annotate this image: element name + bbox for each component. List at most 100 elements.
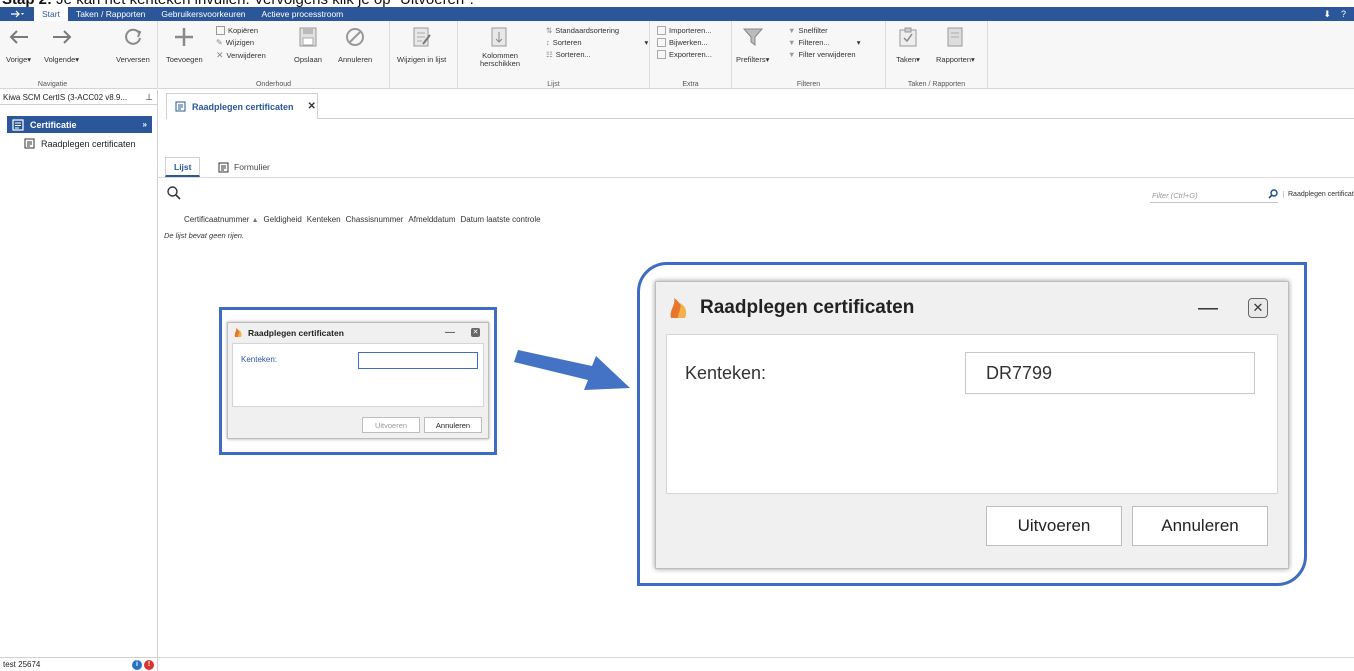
sort-az-icon: ↕ bbox=[546, 38, 550, 47]
certificate-icon bbox=[12, 118, 24, 131]
dialog-title: Raadplegen certificaten bbox=[700, 297, 915, 318]
update-button[interactable]: Bijwerken... bbox=[657, 38, 708, 47]
uitvoeren-button[interactable]: Uitvoeren bbox=[362, 417, 420, 433]
group-navigatie: Vorige▾ Volgende▾ Verversen Navigatie bbox=[0, 21, 158, 89]
column-afmelddatum[interactable]: Afmelddatum bbox=[408, 215, 455, 224]
document-tab-raadplegen-certificaten[interactable]: Raadplegen certificaten ✕ bbox=[166, 93, 318, 119]
chevron-down-icon: ▾ bbox=[856, 38, 861, 47]
tab-taken-rapporten[interactable]: Taken / Rapporten bbox=[68, 7, 153, 21]
group-label-filteren: Filteren bbox=[796, 81, 821, 88]
tab-formulier-label: Formulier bbox=[234, 162, 270, 172]
ribbon: Vorige▾ Volgende▾ Verversen Navigatie To… bbox=[0, 21, 1354, 89]
back-button[interactable]: Vorige▾ bbox=[6, 25, 31, 64]
certificate-icon bbox=[24, 138, 35, 149]
annuleren-button[interactable]: Annuleren bbox=[424, 417, 482, 433]
search-button[interactable] bbox=[167, 186, 181, 205]
remove-filter-button[interactable]: ▼ Filter verwijderen bbox=[788, 50, 856, 59]
export-icon bbox=[657, 50, 666, 59]
minimize-icon[interactable]: — bbox=[1198, 297, 1218, 320]
group-wijzigen-in-lijst: Wijzigen in lijst bbox=[390, 21, 458, 89]
edit-in-list-button[interactable]: Wijzigen in lijst bbox=[397, 25, 446, 64]
app-logo-icon bbox=[234, 328, 242, 337]
section-label: Certificatie bbox=[30, 119, 77, 130]
status-user: test 25674 bbox=[3, 660, 41, 669]
add-button[interactable]: Toevoegen bbox=[166, 25, 203, 64]
group-extra: Importeren... Bijwerken... Exporteren...… bbox=[650, 21, 732, 89]
quick-access-menu[interactable] bbox=[0, 7, 34, 21]
close-icon[interactable]: ✕ bbox=[471, 328, 480, 337]
nav-item-label: Raadplegen certificaten bbox=[41, 138, 136, 149]
empty-list-text: De lijst bevat geen rijen. bbox=[164, 231, 245, 240]
annuleren-button[interactable]: Annuleren bbox=[1132, 506, 1268, 546]
group-filteren: Prefilters▾ ▼ Snelfilter ▼ Filteren... ▾ ▼ F… bbox=[732, 21, 886, 89]
filter-placeholder: Filter (Ctrl+G) bbox=[1152, 190, 1198, 200]
kenteken-input[interactable]: DR7799 bbox=[965, 352, 1255, 394]
status-bar: test 25674 i ! bbox=[0, 657, 158, 671]
column-certificaatnummer[interactable]: Certificaatnummer ▲ bbox=[184, 215, 259, 224]
group-label-onderhoud: Onderhoud bbox=[255, 81, 292, 88]
column-kenteken[interactable]: Kenteken bbox=[307, 215, 341, 224]
forward-button[interactable]: Volgende▾ bbox=[44, 25, 79, 64]
alert-icon[interactable]: ! bbox=[144, 659, 154, 670]
save-icon bbox=[299, 27, 317, 47]
nav-item-raadplegen-certificaten[interactable]: Raadplegen certificaten bbox=[24, 138, 136, 149]
info-icon[interactable]: i bbox=[132, 659, 142, 670]
reorder-columns-button[interactable]: Kolommen herschikken bbox=[480, 25, 520, 68]
help-icon[interactable]: ? bbox=[1341, 9, 1346, 19]
tab-actieve-processtroom[interactable]: Actieve processtroom bbox=[254, 7, 352, 21]
reports-icon bbox=[947, 27, 963, 47]
save-button[interactable]: Opslaan bbox=[294, 25, 322, 64]
edit-button[interactable]: ✎ Wijzigen bbox=[216, 38, 254, 47]
cancel-ribbon-button[interactable]: Annuleren bbox=[338, 25, 372, 64]
tab-formulier[interactable]: Formulier bbox=[210, 157, 278, 177]
search-icon[interactable] bbox=[1268, 189, 1278, 201]
group-label-navigatie: Navigatie bbox=[37, 81, 68, 88]
section-certificatie[interactable]: Certificatie » bbox=[7, 116, 152, 133]
column-geldigheid[interactable]: Geldigheid bbox=[264, 215, 302, 224]
column-chassisnummer[interactable]: Chassisnummer bbox=[346, 215, 404, 224]
refresh-icon bbox=[125, 28, 142, 45]
cancel-icon bbox=[346, 28, 365, 46]
reports-button[interactable]: Rapporten▾ bbox=[936, 25, 975, 64]
filter-button[interactable]: ▼ Filteren... ▾ bbox=[788, 38, 860, 47]
collapse-icon[interactable]: » bbox=[143, 120, 147, 129]
sort-asc-icon: ▲ bbox=[251, 217, 259, 224]
refresh-button[interactable]: Verversen bbox=[116, 25, 150, 64]
sort-dialog-button[interactable]: ☷ Sorteren... bbox=[546, 50, 591, 59]
delete-button[interactable]: ✕ Verwijderen bbox=[216, 50, 266, 61]
kenteken-label: Kenteken: bbox=[685, 363, 767, 383]
copy-icon bbox=[216, 26, 225, 35]
x-icon: ✕ bbox=[216, 50, 224, 60]
column-datum-laatste-controle[interactable]: Datum laatste controle bbox=[461, 215, 541, 224]
dialog-title-bar: Raadplegen certificaten — ✕ bbox=[656, 282, 1288, 334]
tab-start[interactable]: Start bbox=[34, 7, 68, 21]
tab-gebruikersvoorkeuren[interactable]: Gebruikersvoorkeuren bbox=[153, 7, 253, 21]
import-button[interactable]: Importeren... bbox=[657, 26, 712, 35]
pin-icon[interactable]: ⊥ bbox=[145, 92, 153, 103]
edit-list-icon bbox=[413, 27, 431, 47]
uitvoeren-button[interactable]: Uitvoeren bbox=[986, 506, 1122, 546]
tab-lijst[interactable]: Lijst bbox=[165, 157, 201, 177]
funnel-icon bbox=[742, 28, 763, 46]
default-sort-button[interactable]: ⇅ Standaardsortering bbox=[546, 26, 619, 35]
funnel-small-icon: ▼ bbox=[788, 26, 796, 35]
tasks-button[interactable]: Taken▾ bbox=[896, 25, 920, 64]
tab-divider bbox=[318, 118, 1354, 119]
funnel-x-icon: ▼ bbox=[788, 50, 796, 59]
chevron-down-icon: ▾ bbox=[644, 38, 649, 47]
close-icon[interactable]: ✕ bbox=[308, 101, 316, 112]
pencil-icon: ✎ bbox=[216, 38, 223, 47]
search-icon bbox=[167, 186, 181, 200]
minimize-icon[interactable]: — bbox=[445, 327, 455, 338]
pin-icon[interactable]: ⬇ bbox=[1323, 9, 1331, 20]
export-button[interactable]: Exporteren... bbox=[657, 50, 712, 59]
filter-input[interactable]: Filter (Ctrl+G) bbox=[1150, 188, 1278, 203]
panel-header: Kiwa SCM CertIS (3-ACC02 v8.9... ⊥ bbox=[0, 90, 157, 105]
quickfilter-button[interactable]: ▼ Snelfilter bbox=[788, 26, 828, 35]
prefilters-button[interactable]: Prefilters▾ bbox=[736, 25, 769, 64]
sort-button[interactable]: ↕ Sorteren ▾ bbox=[546, 38, 648, 47]
group-label-lijst: Lijst bbox=[547, 81, 560, 88]
kenteken-input[interactable] bbox=[358, 352, 478, 369]
copy-button[interactable]: Kopiëren bbox=[216, 26, 258, 35]
close-icon[interactable]: ✕ bbox=[1248, 298, 1268, 318]
